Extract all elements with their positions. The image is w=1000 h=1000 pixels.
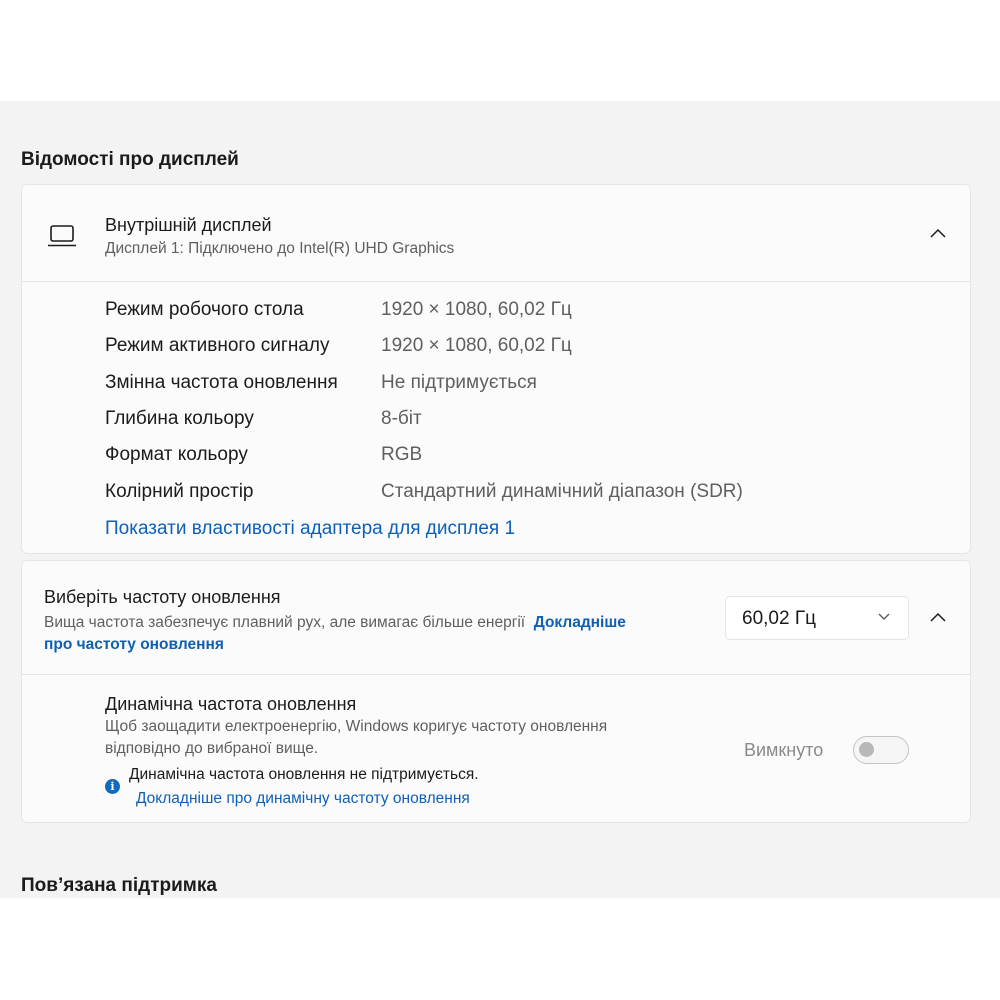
- chevron-down-icon: [878, 613, 890, 620]
- adapter-properties-link[interactable]: Показати властивості адаптера для диспле…: [105, 518, 515, 540]
- refresh-rate-card: Виберіть частоту оновлення Вища частота …: [21, 560, 971, 823]
- dynamic-refresh-info-text: Динамічна частота оновлення не підтримує…: [129, 766, 479, 783]
- dynamic-refresh-row: Динамічна частота оновлення Щоб заощадит…: [22, 675, 970, 822]
- dynamic-refresh-title: Динамічна частота оновлення: [105, 694, 357, 714]
- display-info-card: Внутрішній дисплей Дисплей 1: Підключено…: [21, 184, 971, 554]
- prop-label-color-space: Колірний простір: [105, 481, 254, 502]
- laptop-icon: [48, 225, 76, 252]
- refresh-rate-subtitle-block: Вища частота забезпечує плавний рух, але…: [44, 612, 684, 656]
- prop-value-color-depth: 8-біт: [381, 408, 422, 429]
- collapse-display-button[interactable]: [924, 219, 952, 247]
- dynamic-refresh-toggle[interactable]: [853, 736, 909, 764]
- chevron-up-icon: [930, 228, 946, 238]
- learn-more-dynamic-link[interactable]: Докладніше про динамічну частоту оновлен…: [136, 790, 470, 808]
- prop-value-color-space: Стандартний динамічний діапазон (SDR): [381, 481, 743, 502]
- prop-value-active-signal: 1920 × 1080, 60,02 Гц: [381, 335, 572, 356]
- display-subtitle: Дисплей 1: Підключено до Intel(R) UHD Gr…: [105, 240, 455, 257]
- toggle-knob: [859, 742, 874, 757]
- prop-label-desktop-mode: Режим робочого стола: [105, 299, 304, 320]
- divider: [22, 281, 970, 282]
- prop-label-active-signal: Режим активного сигналу: [105, 335, 330, 356]
- prop-label-color-format: Формат кольору: [105, 444, 248, 465]
- display-info-section-title: Відомості про дисплей: [21, 149, 239, 170]
- display-title: Внутрішній дисплей: [105, 215, 272, 235]
- refresh-rate-dropdown[interactable]: 60,02 Гц: [725, 596, 909, 640]
- toggle-state-label: Вимкнуто: [744, 740, 824, 760]
- learn-more-refresh-link[interactable]: Докладніше: [534, 614, 626, 631]
- chevron-up-icon: [930, 612, 946, 622]
- prop-value-variable-refresh: Не підтримується: [381, 372, 537, 393]
- refresh-rate-subtitle: Вища частота забезпечує плавний рух, але…: [44, 614, 526, 631]
- refresh-rate-selected: 60,02 Гц: [742, 608, 816, 629]
- collapse-refresh-button[interactable]: [924, 603, 952, 631]
- prop-label-color-depth: Глибина кольору: [105, 408, 254, 429]
- related-support-section-title: Пов’язана підтримка: [21, 875, 217, 896]
- info-icon: i: [105, 779, 120, 794]
- refresh-rate-title: Виберіть частоту оновлення: [44, 587, 281, 607]
- learn-more-refresh-link-cont[interactable]: про частоту оновлення: [44, 636, 224, 653]
- dynamic-refresh-desc-line1: Щоб заощадити електроенергію, Windows ко…: [105, 718, 608, 735]
- display-header[interactable]: Внутрішній дисплей Дисплей 1: Підключено…: [22, 185, 970, 281]
- prop-value-color-format: RGB: [381, 444, 423, 465]
- settings-panel: Відомості про дисплей Внутрішній дисплей…: [0, 101, 1000, 898]
- dynamic-refresh-desc-line2: відповідно до вибраної вище.: [105, 740, 319, 757]
- prop-label-variable-refresh: Змінна частота оновлення: [105, 372, 338, 393]
- prop-value-desktop-mode: 1920 × 1080, 60,02 Гц: [381, 299, 572, 320]
